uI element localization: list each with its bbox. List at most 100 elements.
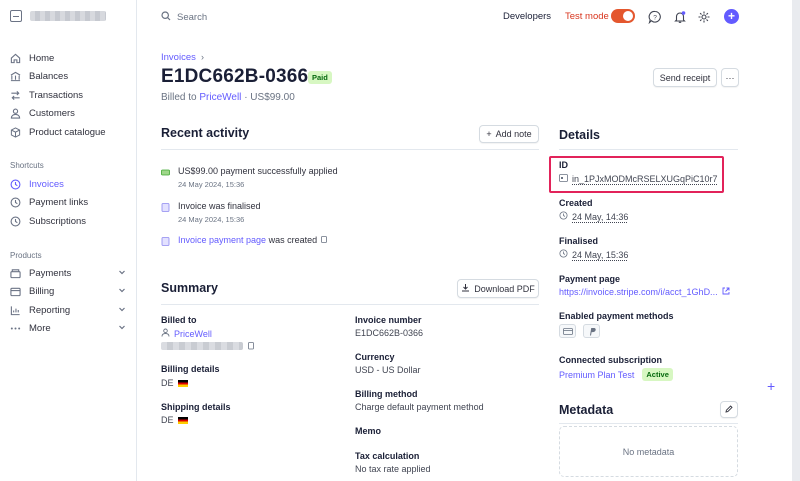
billed-to-prefix: Billed to	[161, 92, 197, 103]
billing-details-value: DE	[161, 378, 188, 388]
sidebar-item-more[interactable]: More	[10, 321, 126, 335]
sidebar-item-label: More	[29, 322, 51, 334]
billed-to-line: Billed to PriceWell · US$99.00	[161, 92, 295, 103]
shipping-details-label: Shipping details	[161, 402, 231, 412]
sidebar-item-label: Customers	[29, 107, 75, 119]
sidebar-item-label: Billing	[29, 285, 55, 297]
activity-text: US$99.00 payment successfully applied	[178, 166, 338, 176]
billed-to-value: PriceWell	[161, 328, 212, 339]
id-card-icon	[559, 174, 568, 184]
invoice-payment-page-link[interactable]: Invoice payment page	[178, 235, 266, 245]
created-value: 24 May, 14:36	[559, 211, 628, 222]
divider	[161, 149, 539, 150]
balances-icon	[10, 71, 21, 82]
search-bar[interactable]: Search	[161, 11, 207, 24]
add-panel-plus-icon[interactable]: +	[767, 378, 775, 394]
billing-method-label: Billing method	[355, 389, 418, 399]
clock-icon	[10, 179, 21, 190]
activity-date: 24 May 2024, 15:36	[178, 215, 245, 224]
add-note-label: Add note	[495, 129, 532, 139]
sidebar-item-subscriptions[interactable]: Subscriptions	[10, 214, 126, 228]
currency-label: Currency	[355, 352, 395, 362]
shortcuts-heading: Shortcuts	[10, 161, 44, 170]
memo-label: Memo	[355, 426, 382, 436]
more-icon	[10, 323, 21, 334]
country-code: DE	[161, 415, 174, 425]
payment-page-label: Payment page	[559, 274, 621, 284]
notifications-icon[interactable]	[673, 10, 687, 24]
create-plus-button[interactable]: +	[724, 9, 739, 24]
sidebar-item-billing[interactable]: Billing	[10, 284, 126, 298]
external-link-icon	[722, 287, 730, 297]
divider	[559, 423, 738, 424]
invoice-number-label: Invoice number	[355, 315, 422, 325]
sidebar-item-label: Invoices	[29, 178, 64, 190]
recent-activity-heading: Recent activity	[161, 126, 250, 140]
activity-text: Invoice was finalised	[178, 201, 261, 211]
download-pdf-button[interactable]: Download PDF	[457, 279, 539, 298]
plus-icon: +	[486, 129, 492, 139]
billed-to-customer-link[interactable]: PriceWell	[174, 329, 212, 339]
sidebar-item-balances[interactable]: Balances	[10, 69, 126, 83]
customer-link[interactable]: PriceWell	[199, 92, 241, 103]
germany-flag-icon	[177, 417, 188, 425]
search-icon	[161, 11, 171, 24]
amount-text: · US$99.00	[244, 92, 295, 103]
activity-text: Invoice payment page was created	[178, 235, 328, 245]
sidebar-item-home[interactable]: Home	[10, 51, 126, 65]
created-date: 24 May, 14:36	[572, 211, 629, 222]
edit-metadata-button[interactable]	[720, 401, 738, 418]
billing-details-label: Billing details	[161, 364, 220, 374]
customers-icon	[10, 108, 21, 119]
sidebar-item-payment-links[interactable]: Payment links	[10, 195, 126, 209]
sidebar-item-customers[interactable]: Customers	[10, 106, 126, 120]
add-note-button[interactable]: + Add note	[479, 125, 539, 143]
sidebar-item-label: Payments	[29, 267, 72, 279]
help-icon[interactable]: ?	[648, 10, 662, 25]
chevron-down-icon	[118, 286, 126, 297]
copy-icon[interactable]	[247, 341, 255, 353]
more-actions-button[interactable]: ···	[721, 68, 739, 87]
sidebar-item-invoices[interactable]: Invoices	[10, 177, 126, 191]
payment-methods-list	[559, 324, 603, 338]
copy-icon[interactable]	[320, 235, 328, 245]
sidebar-item-label: Subscriptions	[29, 215, 87, 227]
activity-date: 24 May 2024, 15:36	[178, 180, 245, 189]
settings-gear-icon[interactable]	[697, 10, 711, 24]
sidebar-item-reporting[interactable]: Reporting	[10, 303, 126, 317]
developers-link[interactable]: Developers	[503, 11, 551, 22]
send-receipt-button[interactable]: Send receipt	[653, 68, 717, 87]
id-value[interactable]: in_1PJxMODMcRSELXUGqPiC10r7	[559, 174, 718, 184]
payment-icon	[161, 168, 170, 177]
store-icon	[10, 10, 22, 22]
sidebar-item-label: Balances	[29, 70, 69, 82]
finalised-date: 24 May, 15:36	[572, 249, 629, 260]
breadcrumb-invoices[interactable]: Invoices	[161, 52, 196, 63]
account-switcher[interactable]	[10, 10, 106, 22]
products-heading: Products	[10, 251, 42, 260]
country-code: DE	[161, 378, 174, 388]
right-scroll-edge	[792, 0, 800, 481]
connected-subscription-value: Premium Plan Test Active	[559, 368, 673, 381]
pencil-icon	[725, 404, 733, 415]
sidebar-item-label: Home	[29, 52, 55, 64]
clock-icon	[559, 249, 568, 260]
sidebar-item-label: Product catalogue	[29, 126, 106, 138]
invoice-number-value: E1DC662B-0366	[355, 328, 424, 338]
billing-icon	[10, 286, 21, 297]
test-mode-label: Test mode	[565, 11, 609, 22]
paypal-icon	[583, 324, 600, 338]
more-actions-label: ···	[725, 72, 735, 83]
email-redacted	[161, 342, 243, 350]
payment-page-link[interactable]: https://invoice.stripe.com/i/acct_1GhD..…	[559, 287, 730, 297]
sidebar-item-payments[interactable]: Payments	[10, 266, 126, 280]
person-icon	[161, 328, 170, 339]
test-mode-toggle[interactable]	[611, 9, 635, 23]
sidebar-item-transactions[interactable]: Transactions	[10, 88, 126, 102]
subscription-link[interactable]: Premium Plan Test	[559, 370, 634, 380]
metadata-heading: Metadata	[559, 403, 614, 417]
sidebar-item-product-catalogue[interactable]: Product catalogue	[10, 125, 126, 139]
home-icon	[10, 53, 21, 64]
download-pdf-label: Download PDF	[474, 283, 535, 294]
tax-calculation-value: No tax rate applied	[355, 464, 431, 474]
